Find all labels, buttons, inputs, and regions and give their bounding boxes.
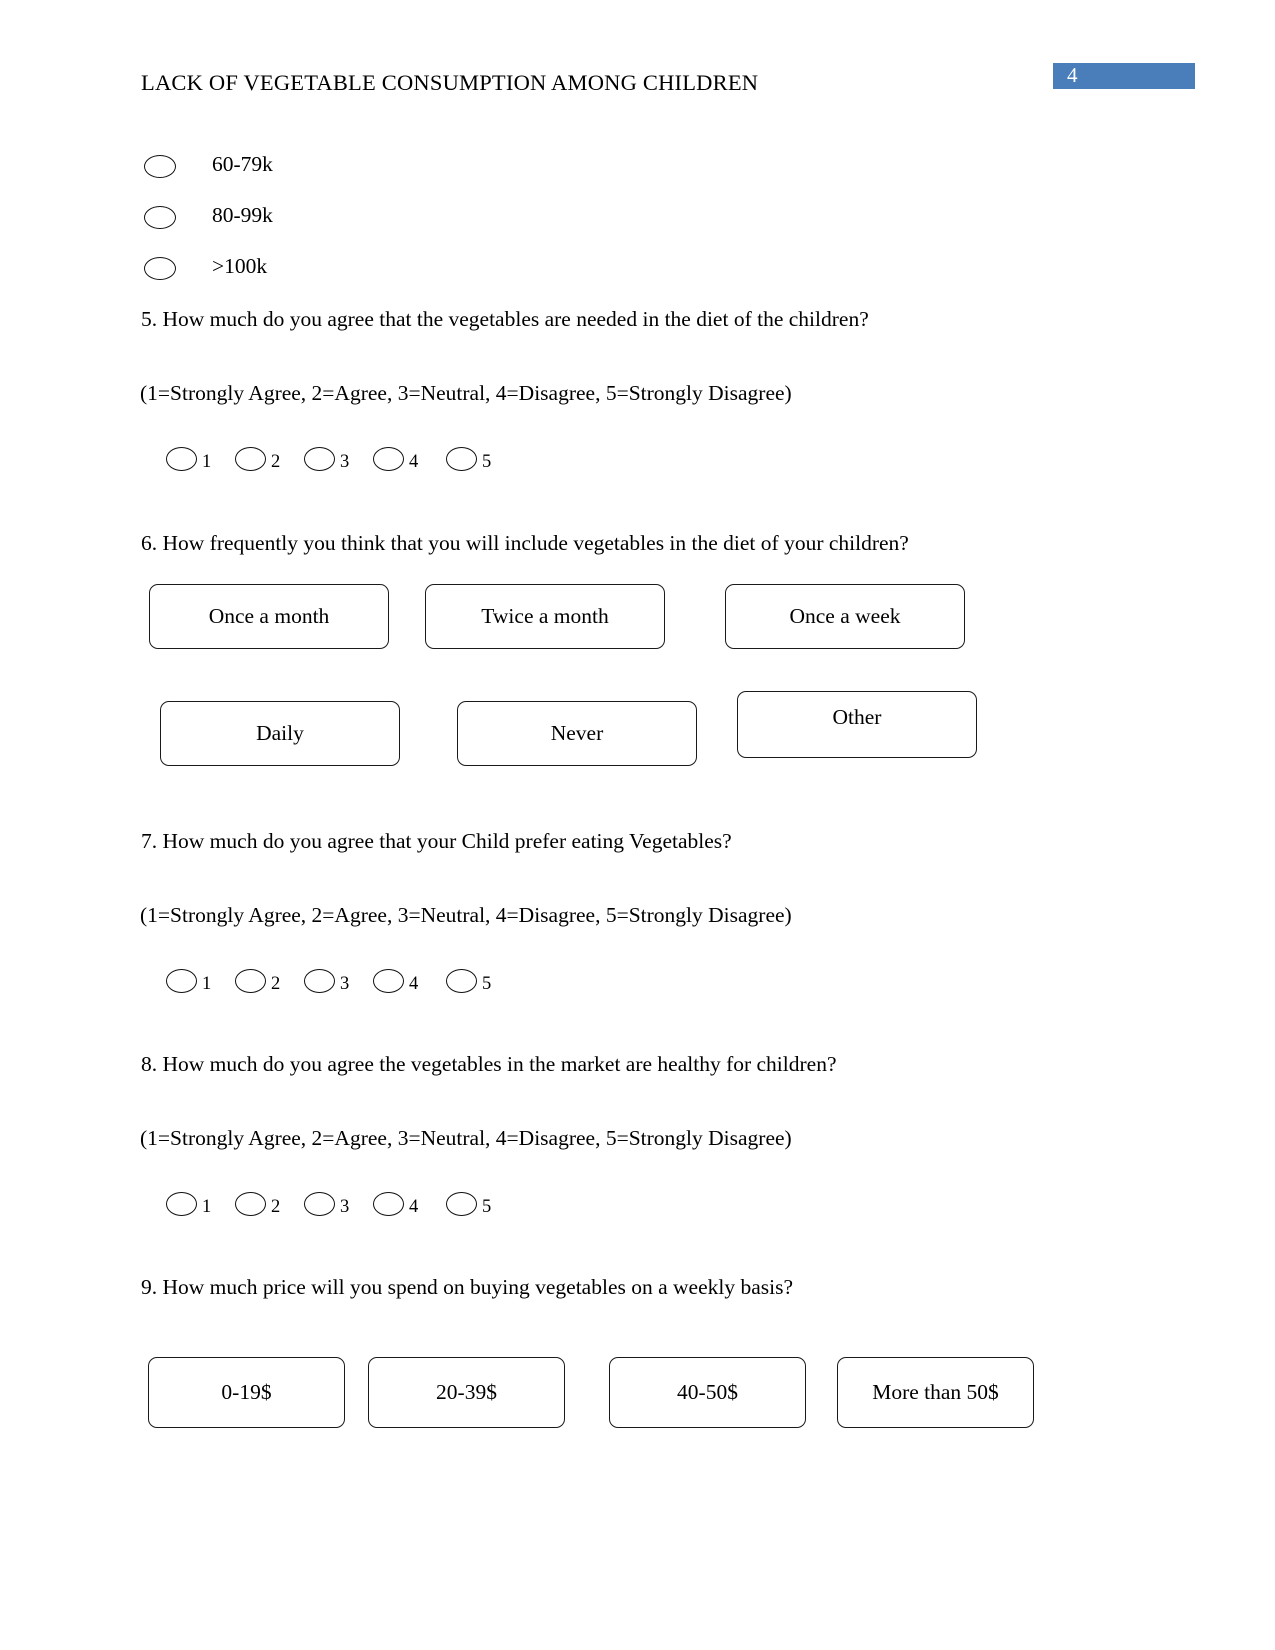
income-option-label: >100k <box>212 254 268 278</box>
q6-choice-daily[interactable]: Daily <box>160 701 400 766</box>
radio-ellipse-icon[interactable] <box>304 969 335 993</box>
q6-choice-once-a-month[interactable]: Once a month <box>149 584 389 649</box>
question-6-text: 6. How frequently you think that you wil… <box>141 531 909 555</box>
likert-option-label: 3 <box>340 1197 350 1217</box>
question-5-scale-note: (1=Strongly Agree, 2=Agree, 3=Neutral, 4… <box>140 381 792 405</box>
choice-label: Daily <box>256 721 304 745</box>
question-8-likert-scale[interactable]: 1 2 3 4 5 <box>166 1192 526 1226</box>
q9-choice-more-than-50[interactable]: More than 50$ <box>837 1357 1034 1428</box>
choice-label: 40-50$ <box>677 1380 738 1404</box>
q6-choice-never[interactable]: Never <box>457 701 697 766</box>
question-9-text: 9. How much price will you spend on buyi… <box>141 1275 794 1299</box>
page-number-value: 4 <box>1067 63 1078 87</box>
likert-option-label: 4 <box>409 974 419 994</box>
radio-ellipse-icon[interactable] <box>144 155 176 178</box>
question-5-likert-scale[interactable]: 1 2 3 4 5 <box>166 447 526 481</box>
document-page: LACK OF VEGETABLE CONSUMPTION AMONG CHIL… <box>0 0 1275 1650</box>
question-8-scale-note: (1=Strongly Agree, 2=Agree, 3=Neutral, 4… <box>140 1126 792 1150</box>
radio-ellipse-icon[interactable] <box>144 206 176 229</box>
radio-ellipse-icon[interactable] <box>373 1192 404 1216</box>
likert-option-label: 4 <box>409 452 419 472</box>
radio-ellipse-icon[interactable] <box>373 447 404 471</box>
income-option-label: 60-79k <box>212 152 273 176</box>
choice-label: Twice a month <box>481 604 609 628</box>
question-8-text: 8. How much do you agree the vegetables … <box>141 1052 837 1076</box>
likert-option-label: 5 <box>482 452 492 472</box>
likert-option-label: 1 <box>202 1197 212 1217</box>
question-7-scale-note: (1=Strongly Agree, 2=Agree, 3=Neutral, 4… <box>140 903 792 927</box>
choice-label: More than 50$ <box>872 1380 999 1404</box>
page-title: LACK OF VEGETABLE CONSUMPTION AMONG CHIL… <box>141 70 759 95</box>
choice-label: Once a week <box>789 604 901 628</box>
choice-label: Other <box>832 705 882 729</box>
radio-ellipse-icon[interactable] <box>304 447 335 471</box>
likert-option-label: 3 <box>340 452 350 472</box>
question-7-text: 7. How much do you agree that your Child… <box>141 829 732 853</box>
choice-label: 0-19$ <box>221 1380 272 1404</box>
page-number-badge: 4 <box>1053 63 1195 89</box>
income-option-label: 80-99k <box>212 203 273 227</box>
radio-ellipse-icon[interactable] <box>446 1192 477 1216</box>
likert-option-label: 5 <box>482 1197 492 1217</box>
likert-option-label: 2 <box>271 974 281 994</box>
likert-option-label: 3 <box>340 974 350 994</box>
radio-ellipse-icon[interactable] <box>166 447 197 471</box>
q9-choice-0-19[interactable]: 0-19$ <box>148 1357 345 1428</box>
radio-ellipse-icon[interactable] <box>144 257 176 280</box>
radio-ellipse-icon[interactable] <box>166 1192 197 1216</box>
likert-option-label: 5 <box>482 974 492 994</box>
choice-label: Once a month <box>208 604 330 628</box>
q6-choice-twice-a-month[interactable]: Twice a month <box>425 584 665 649</box>
radio-ellipse-icon[interactable] <box>166 969 197 993</box>
likert-option-label: 2 <box>271 1197 281 1217</box>
radio-ellipse-icon[interactable] <box>235 1192 266 1216</box>
question-5-text: 5. How much do you agree that the vegeta… <box>141 307 869 331</box>
likert-option-label: 1 <box>202 452 212 472</box>
radio-ellipse-icon[interactable] <box>235 969 266 993</box>
q6-choice-other[interactable]: Other <box>737 691 977 758</box>
radio-ellipse-icon[interactable] <box>446 969 477 993</box>
radio-ellipse-icon[interactable] <box>235 447 266 471</box>
radio-ellipse-icon[interactable] <box>304 1192 335 1216</box>
likert-option-label: 4 <box>409 1197 419 1217</box>
likert-option-label: 2 <box>271 452 281 472</box>
q9-choice-20-39[interactable]: 20-39$ <box>368 1357 565 1428</box>
likert-option-label: 1 <box>202 974 212 994</box>
q9-choice-40-50[interactable]: 40-50$ <box>609 1357 806 1428</box>
radio-ellipse-icon[interactable] <box>446 447 477 471</box>
q6-choice-once-a-week[interactable]: Once a week <box>725 584 965 649</box>
choice-label: 20-39$ <box>436 1380 497 1404</box>
choice-label: Never <box>550 721 604 745</box>
radio-ellipse-icon[interactable] <box>373 969 404 993</box>
question-7-likert-scale[interactable]: 1 2 3 4 5 <box>166 969 526 1003</box>
